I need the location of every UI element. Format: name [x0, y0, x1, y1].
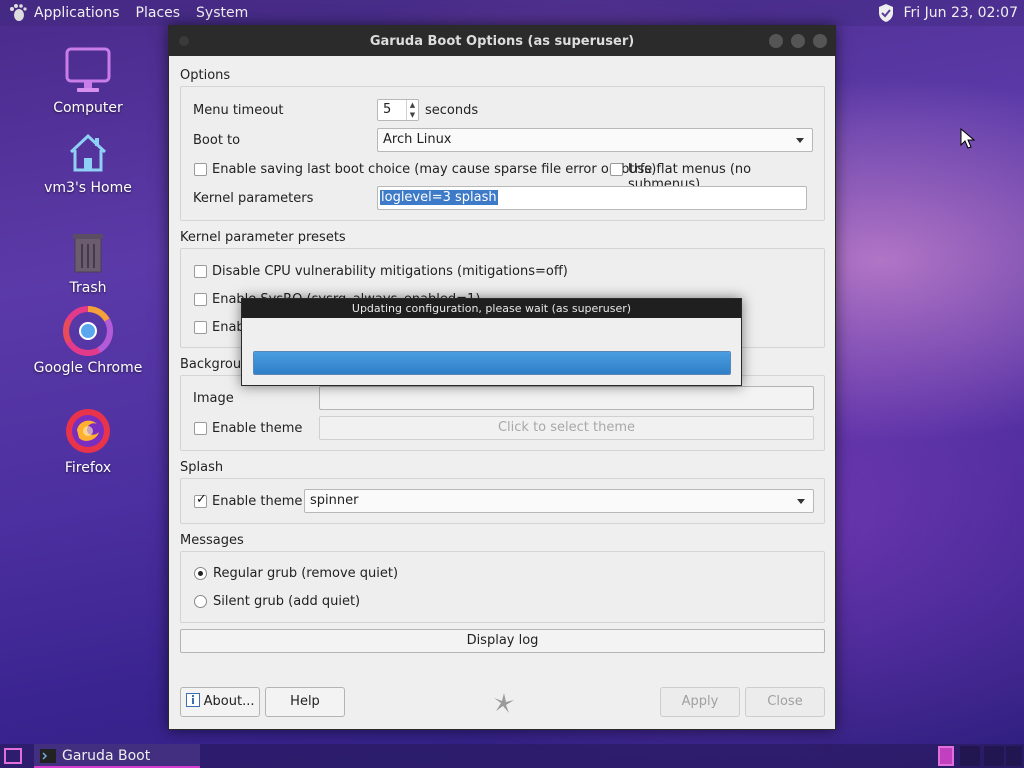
display-log-button[interactable]: Display log: [180, 629, 825, 653]
splash-enable-theme-checkbox[interactable]: [194, 492, 207, 508]
progress-bar-fill: [254, 352, 730, 374]
mouse-cursor-icon: [960, 128, 976, 149]
home-icon: [69, 133, 107, 172]
mitigations-off-label[interactable]: Disable CPU vulnerability mitigations (m…: [212, 264, 568, 279]
close-button[interactable]: Close: [745, 687, 825, 717]
window-title: Garuda Boot Options (as superuser): [369, 33, 635, 49]
maximize-button[interactable]: [791, 34, 805, 48]
silent-grub-radio[interactable]: [194, 595, 207, 608]
desktop-icon-label: Trash: [69, 280, 107, 296]
minimize-button[interactable]: [769, 34, 783, 48]
background-group: Image Enable theme Click to select theme: [180, 375, 825, 451]
help-button[interactable]: Help: [265, 687, 345, 717]
progress-dialog: Updating configuration, please wait (as …: [241, 298, 742, 386]
about-button[interactable]: About...: [180, 687, 260, 717]
flat-menus-checkbox[interactable]: [610, 163, 623, 176]
monitor-icon: [65, 47, 111, 92]
show-desktop-icon[interactable]: [4, 748, 22, 764]
boot-to-label: Boot to: [193, 133, 241, 148]
boot-to-combobox[interactable]: Arch Linux: [377, 128, 813, 152]
kernel-params-input[interactable]: loglevel=3 splash: [377, 186, 807, 210]
sysrq-checkbox[interactable]: [194, 293, 207, 306]
chevron-down-icon: [796, 138, 804, 143]
desktop-icon-label: Computer: [53, 100, 123, 116]
clock[interactable]: Fri Jun 23, 02:07: [903, 5, 1018, 21]
gnome-foot-icon[interactable]: [8, 3, 28, 23]
menu-timeout-value: 5: [383, 102, 392, 117]
window-menu-dot[interactable]: [179, 36, 189, 46]
close-window-button[interactable]: [813, 34, 827, 48]
firefox-icon: [66, 409, 110, 453]
terminal-icon: [40, 749, 56, 763]
kernel-params-value: loglevel=3 splash: [380, 190, 498, 205]
chevron-down-icon: [797, 499, 805, 504]
progress-bar: [253, 351, 731, 375]
desktop-icon-trash[interactable]: Trash: [33, 230, 143, 296]
select-theme-button[interactable]: Click to select theme: [319, 416, 814, 440]
menu-places[interactable]: Places: [136, 5, 181, 21]
about-label: About...: [203, 694, 255, 709]
workspace-3-button[interactable]: [984, 746, 1004, 766]
image-select-button[interactable]: [319, 386, 814, 410]
taskbar-item-boot-options[interactable]: Garuda Boot Option...: [34, 744, 200, 768]
desktop-icon-label: vm3's Home: [44, 180, 132, 196]
workspace-2-button[interactable]: [960, 746, 980, 766]
background-enable-theme-label[interactable]: Enable theme: [212, 421, 302, 436]
splash-section-label: Splash: [180, 460, 224, 475]
workspace-4-button[interactable]: [1006, 746, 1022, 766]
splash-theme-value: spinner: [310, 493, 359, 508]
image-label: Image: [193, 391, 234, 406]
preset-third-checkbox[interactable]: [194, 321, 207, 334]
desktop-icon-firefox[interactable]: Firefox: [33, 406, 143, 476]
desktop-icon-label: Firefox: [64, 460, 112, 476]
progress-dialog-title[interactable]: Updating configuration, please wait (as …: [242, 299, 741, 318]
kernel-params-label: Kernel parameters: [193, 191, 314, 206]
spin-arrows-icon[interactable]: ▲ ▼: [406, 100, 418, 120]
taskbar-item-label: Garuda Boot Option...: [62, 748, 151, 764]
apply-label: Apply: [681, 694, 719, 709]
menu-applications[interactable]: Applications: [34, 5, 120, 21]
chrome-icon: [63, 306, 113, 356]
boot-to-value: Arch Linux: [383, 132, 452, 147]
taskbar: Garuda Boot Option...: [0, 744, 1024, 768]
desktop-icon-home[interactable]: vm3's Home: [33, 130, 143, 196]
display-log-label: Display log: [466, 633, 539, 648]
window-titlebar[interactable]: Garuda Boot Options (as superuser): [169, 26, 835, 56]
workspace-1-button[interactable]: [938, 746, 954, 766]
desktop-icon-computer[interactable]: Computer: [33, 46, 143, 116]
shield-icon[interactable]: [877, 3, 895, 23]
close-label: Close: [767, 694, 803, 709]
seconds-label: seconds: [425, 103, 479, 118]
mitigations-off-checkbox[interactable]: [194, 265, 207, 278]
info-icon: [185, 693, 200, 707]
desktop-icon-chrome[interactable]: Google Chrome: [33, 306, 143, 376]
options-group: Menu timeout 5 ▲ ▼ seconds Boot to Arch L…: [180, 86, 825, 221]
apply-button[interactable]: Apply: [660, 687, 740, 717]
messages-group: Regular grub (remove quiet) Silent grub …: [180, 551, 825, 623]
save-last-boot-label[interactable]: Enable saving last boot choice (may caus…: [212, 162, 656, 177]
regular-grub-label[interactable]: Regular grub (remove quiet): [213, 566, 398, 581]
top-panel: Applications Places System Fri Jun 23, 0…: [0, 0, 1024, 26]
busy-spinner-icon: [494, 693, 514, 713]
background-section-label: Backgroun: [180, 357, 250, 372]
splash-enable-theme-label[interactable]: Enable theme: [212, 494, 302, 509]
messages-section-label: Messages: [180, 533, 244, 548]
splash-group: Enable theme spinner: [180, 478, 825, 524]
silent-grub-label[interactable]: Silent grub (add quiet): [213, 594, 360, 609]
select-theme-label: Click to select theme: [497, 420, 636, 435]
trash-icon: [73, 234, 103, 273]
regular-grub-radio[interactable]: [194, 567, 207, 580]
background-enable-theme-checkbox[interactable]: [194, 422, 207, 435]
options-section-label: Options: [180, 68, 231, 83]
help-label: Help: [290, 694, 320, 709]
menu-system[interactable]: System: [196, 5, 248, 21]
presets-section-label: Kernel parameter presets: [180, 230, 346, 245]
desktop-icon-label: Google Chrome: [33, 360, 143, 376]
menu-timeout-label: Menu timeout: [193, 103, 284, 118]
splash-theme-combobox[interactable]: spinner: [304, 489, 814, 513]
menu-timeout-spinbox[interactable]: 5 ▲ ▼: [377, 99, 419, 121]
save-last-boot-checkbox[interactable]: [194, 163, 207, 176]
